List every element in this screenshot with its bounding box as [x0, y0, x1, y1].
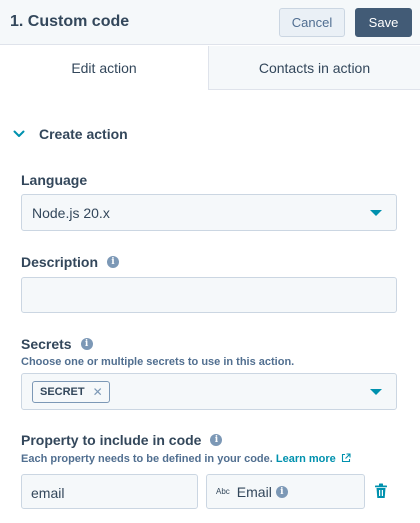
language-value: Node.js 20.x — [32, 205, 110, 221]
property-help-sentence: Each property needs to be defined in you… — [21, 453, 273, 465]
tab-contacts-in-action[interactable]: Contacts in action — [209, 46, 420, 90]
text-type-badge: Abc — [216, 487, 230, 496]
info-icon[interactable]: i — [80, 338, 93, 350]
language-label: Language — [21, 172, 87, 188]
trash-icon[interactable] — [374, 483, 388, 499]
caret-down-icon — [370, 210, 382, 216]
property-variable-name-input[interactable]: email — [21, 474, 198, 509]
save-button[interactable]: Save — [355, 8, 412, 37]
secrets-multiselect[interactable]: SECRET ✕ — [21, 373, 397, 410]
close-icon[interactable]: ✕ — [93, 385, 103, 399]
chevron-down-icon — [12, 127, 26, 141]
info-icon[interactable]: i — [210, 434, 223, 446]
caret-down-icon — [370, 389, 382, 395]
secrets-label-text: Secrets — [21, 336, 72, 352]
tab-edit-action[interactable]: Edit action — [0, 46, 209, 90]
learn-more-label: Learn more — [275, 453, 336, 465]
description-input[interactable] — [21, 277, 397, 313]
cancel-button[interactable]: Cancel — [279, 8, 345, 37]
info-icon[interactable]: i — [107, 256, 120, 268]
property-select[interactable]: Abc Email i — [206, 474, 365, 509]
info-icon[interactable]: i — [275, 485, 288, 498]
language-select[interactable]: Node.js 20.x — [21, 194, 397, 231]
selected-property: Email — [236, 483, 272, 500]
language-label-text: Language — [21, 172, 88, 188]
learn-more-link[interactable]: Learn more — [276, 453, 351, 465]
property-label-text: Property to include in code — [21, 432, 202, 448]
secrets-label: Secrets i — [21, 336, 93, 352]
external-link-icon — [341, 453, 351, 463]
property-label: Property to include in code i — [21, 432, 223, 448]
panel-title: 1. Custom code — [10, 13, 130, 30]
secret-tag: SECRET ✕ — [32, 381, 110, 403]
property-help-text: Each property needs to be defined in you… — [21, 453, 351, 465]
secrets-help-text: Choose one or multiple secrets to use in… — [21, 356, 295, 368]
secret-tag-label: SECRET — [40, 386, 85, 398]
create-action-toggle[interactable]: Create action — [12, 126, 128, 142]
panel-header: 1. Custom code Cancel Save — [0, 0, 420, 45]
description-label: Description i — [21, 254, 120, 270]
description-label-text: Description — [21, 254, 99, 270]
section-title: Create action — [39, 126, 128, 142]
